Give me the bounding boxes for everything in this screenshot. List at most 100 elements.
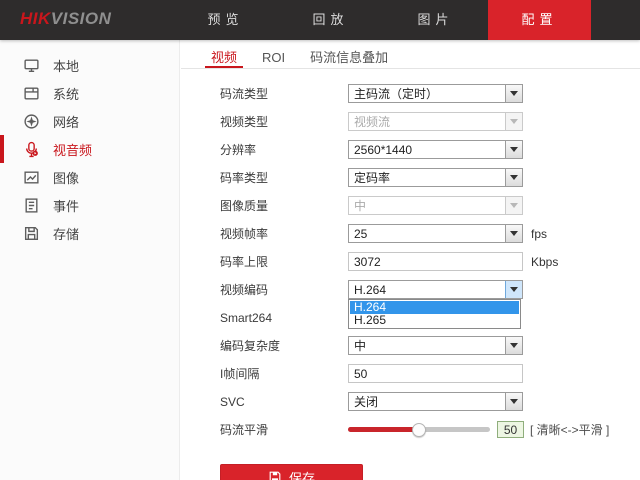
form-row-stream-type: 码流类型 主码流（定时） <box>220 84 640 103</box>
form-row-bitrate-type: 码率类型 定码率 <box>220 168 640 187</box>
video-type-select: 视频流 <box>348 112 523 131</box>
field-label: 视频帧率 <box>220 225 348 242</box>
resolution-select[interactable]: 2560*1440 <box>348 140 523 159</box>
form-row-image-quality: 图像质量 中 <box>220 196 640 215</box>
sidebar-item-label: 网络 <box>53 112 79 131</box>
sidebar-item-label: 本地 <box>53 56 79 75</box>
max-bitrate-input[interactable] <box>348 252 523 271</box>
sidebar-item-label: 事件 <box>53 196 79 215</box>
save-button[interactable]: 保存 <box>220 464 363 480</box>
select-value: 视频流 <box>349 113 505 130</box>
storage-icon <box>23 225 40 242</box>
chevron-down-icon[interactable] <box>505 337 522 354</box>
tab-video[interactable]: 视频 <box>205 49 243 68</box>
chevron-down-icon[interactable] <box>505 169 522 186</box>
field-label: 码率类型 <box>220 169 348 186</box>
form-row-frame-rate: 视频帧率 25 fps <box>220 224 640 243</box>
tab-bar: 视频 ROI 码流信息叠加 <box>181 40 640 69</box>
menu-item-config[interactable]: 配置 <box>488 0 591 40</box>
field-label: 码率上限 <box>220 253 348 270</box>
audio-video-icon <box>23 141 40 158</box>
slider-fill <box>348 427 419 432</box>
field-label: 码流平滑 <box>220 421 348 438</box>
form-row-iframe-interval: I帧间隔 <box>220 364 640 383</box>
dropdown-option-h265[interactable]: H.265 <box>350 314 519 327</box>
top-menu: 预览 回放 图片 配置 <box>173 0 591 40</box>
sidebar-item-local[interactable]: 本地 <box>0 51 179 79</box>
sidebar-item-system[interactable]: 系统 <box>0 79 179 107</box>
tab-roi[interactable]: ROI <box>256 49 291 68</box>
sidebar-item-label: 系统 <box>53 84 79 103</box>
network-icon <box>23 113 40 130</box>
main-content: 视频 ROI 码流信息叠加 码流类型 主码流（定时） 视频类型 视频流 分辨率 … <box>181 40 640 480</box>
bitrate-type-select[interactable]: 定码率 <box>348 168 523 187</box>
sidebar-item-label: 视音频 <box>53 140 92 159</box>
smoothing-value-box: 50 <box>497 421 524 438</box>
slider-handle[interactable] <box>412 423 426 437</box>
menu-item-playback[interactable]: 回放 <box>278 0 383 40</box>
form-row-video-type: 视频类型 视频流 <box>220 112 640 131</box>
svc-select[interactable]: 关闭 <box>348 392 523 411</box>
menu-item-picture[interactable]: 图片 <box>383 0 488 40</box>
video-settings-form: 码流类型 主码流（定时） 视频类型 视频流 分辨率 2560*1440 码率类型 <box>181 69 640 439</box>
event-icon <box>23 197 40 214</box>
top-header: HIKVISION 预览 回放 图片 配置 <box>0 0 640 40</box>
field-label: 图像质量 <box>220 197 348 214</box>
logo-hik: HIK <box>20 9 51 28</box>
chevron-down-icon[interactable] <box>505 225 522 242</box>
sidebar-item-image[interactable]: 图像 <box>0 163 179 191</box>
sidebar: 本地 系统 网络 视音频 图像 事件 存储 <box>0 40 180 480</box>
form-row-video-encoding: 视频编码 H.264 H.264 H.265 <box>220 280 640 299</box>
image-quality-select: 中 <box>348 196 523 215</box>
fps-unit-label: fps <box>531 227 547 241</box>
select-value: 2560*1440 <box>349 143 505 157</box>
chevron-down-icon <box>505 197 522 214</box>
frame-rate-select[interactable]: 25 <box>348 224 523 243</box>
field-label: 编码复杂度 <box>220 337 348 354</box>
encoding-complexity-select[interactable]: 中 <box>348 336 523 355</box>
save-button-label: 保存 <box>289 468 315 480</box>
field-label: Smart264 <box>220 311 348 325</box>
smoothing-hint-label: [ 清晰<->平滑 ] <box>530 421 609 438</box>
sidebar-item-event[interactable]: 事件 <box>0 191 179 219</box>
field-label: I帧间隔 <box>220 365 348 382</box>
kbps-unit-label: Kbps <box>531 255 558 269</box>
monitor-icon <box>23 57 40 74</box>
field-label: 视频编码 <box>220 281 348 298</box>
tab-stream-info-overlay[interactable]: 码流信息叠加 <box>304 49 394 68</box>
select-value: 中 <box>349 197 505 214</box>
image-icon <box>23 169 40 186</box>
sidebar-item-storage[interactable]: 存储 <box>0 219 179 247</box>
smoothing-slider[interactable] <box>348 420 490 439</box>
chevron-down-icon[interactable] <box>505 141 522 158</box>
video-encoding-dropdown-list: H.264 H.265 <box>348 299 521 329</box>
form-row-max-bitrate: 码率上限 Kbps <box>220 252 640 271</box>
select-value: 主码流（定时） <box>349 85 505 102</box>
sidebar-item-label: 存储 <box>53 224 79 243</box>
sidebar-item-audio-video[interactable]: 视音频 <box>0 135 179 163</box>
stream-type-select[interactable]: 主码流（定时） <box>348 84 523 103</box>
select-value: 关闭 <box>349 393 505 410</box>
video-encoding-select[interactable]: H.264 <box>348 280 523 299</box>
form-row-encoding-complexity: 编码复杂度 中 <box>220 336 640 355</box>
logo-vision: VISION <box>51 9 112 28</box>
save-floppy-icon <box>268 470 282 480</box>
chevron-down-icon[interactable] <box>505 281 522 298</box>
select-value: 定码率 <box>349 169 505 186</box>
field-label: 分辨率 <box>220 141 348 158</box>
field-label: SVC <box>220 395 348 409</box>
menu-item-preview[interactable]: 预览 <box>173 0 278 40</box>
field-label: 视频类型 <box>220 113 348 130</box>
hikvision-logo: HIKVISION <box>20 9 111 29</box>
sidebar-item-label: 图像 <box>53 168 79 187</box>
sidebar-item-network[interactable]: 网络 <box>0 107 179 135</box>
chevron-down-icon[interactable] <box>505 393 522 410</box>
select-value: H.264 <box>349 283 505 297</box>
form-row-smoothing: 码流平滑 50 [ 清晰<->平滑 ] <box>220 420 640 439</box>
system-icon <box>23 85 40 102</box>
iframe-interval-input[interactable] <box>348 364 523 383</box>
chevron-down-icon[interactable] <box>505 85 522 102</box>
field-label: 码流类型 <box>220 85 348 102</box>
chevron-down-icon <box>505 113 522 130</box>
form-row-resolution: 分辨率 2560*1440 <box>220 140 640 159</box>
